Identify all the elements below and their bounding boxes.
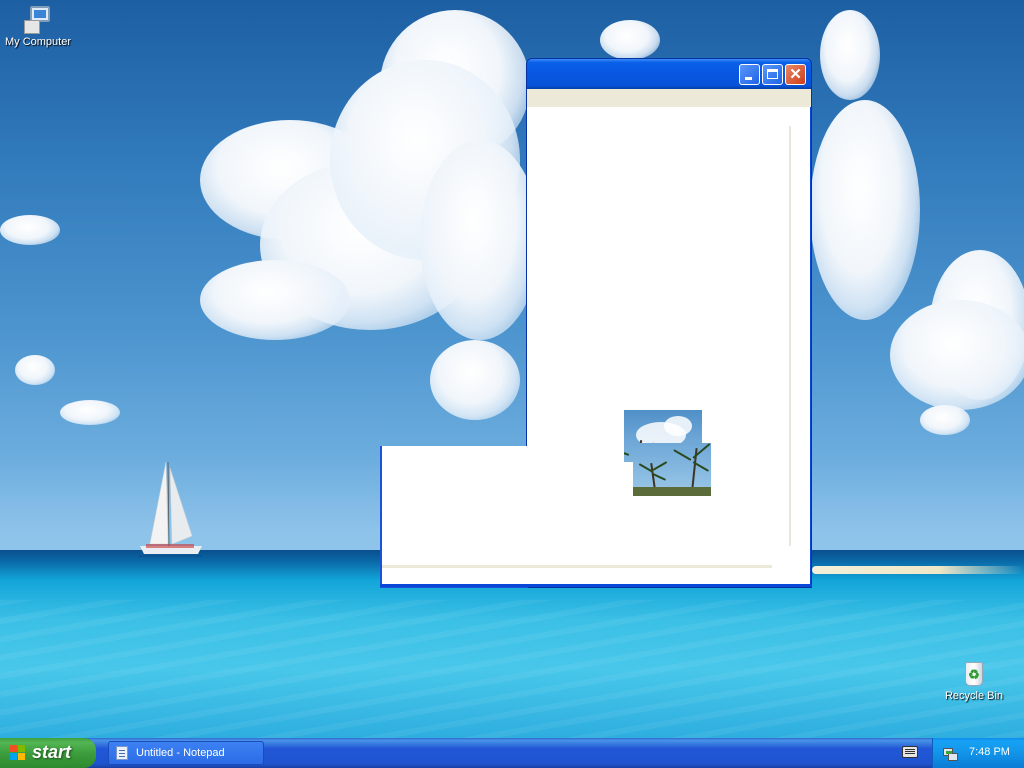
network-icon[interactable] bbox=[943, 746, 958, 761]
taskbar-button-label: Untitled - Notepad bbox=[136, 747, 225, 759]
close-button[interactable]: ✕ bbox=[785, 64, 806, 85]
window-bottom-border bbox=[380, 584, 812, 587]
horizontal-scrollbar[interactable] bbox=[382, 565, 772, 568]
recycle-bin-icon: ♻ bbox=[960, 658, 988, 688]
windows-logo-icon bbox=[10, 745, 26, 761]
desktop-icon-recycle-bin[interactable]: ♻ Recycle Bin bbox=[936, 658, 1012, 702]
start-button[interactable]: start bbox=[0, 738, 96, 768]
taskbar: start Untitled - Notepad 7:48 PM bbox=[0, 738, 1024, 768]
desktop-icon-label: Recycle Bin bbox=[944, 690, 1004, 702]
minimize-button[interactable] bbox=[739, 64, 760, 85]
sailboat bbox=[138, 461, 202, 557]
sandbar bbox=[812, 566, 1024, 574]
maximize-button[interactable] bbox=[762, 64, 783, 85]
desktop-icon-my-computer[interactable]: My Computer bbox=[0, 4, 76, 48]
clock[interactable]: 7:48 PM bbox=[969, 746, 1010, 758]
desktop-icon-label: My Computer bbox=[4, 36, 72, 48]
menu-bar bbox=[527, 89, 811, 107]
notepad-icon bbox=[116, 746, 128, 760]
keyboard-icon[interactable] bbox=[902, 746, 918, 758]
notepad-window[interactable]: ✕ bbox=[526, 58, 812, 588]
taskbar-button-notepad[interactable]: Untitled - Notepad bbox=[108, 741, 264, 765]
text-area[interactable] bbox=[527, 107, 810, 585]
my-computer-icon bbox=[22, 4, 54, 34]
vertical-scrollbar[interactable] bbox=[789, 126, 791, 546]
start-label: start bbox=[32, 742, 72, 762]
window-titlebar[interactable]: ✕ bbox=[527, 59, 811, 89]
desktop-wallpaper bbox=[0, 0, 1024, 738]
wallpaper-fragment bbox=[633, 443, 711, 496]
close-icon: ✕ bbox=[789, 66, 802, 83]
system-tray: 7:48 PM bbox=[932, 738, 1024, 768]
